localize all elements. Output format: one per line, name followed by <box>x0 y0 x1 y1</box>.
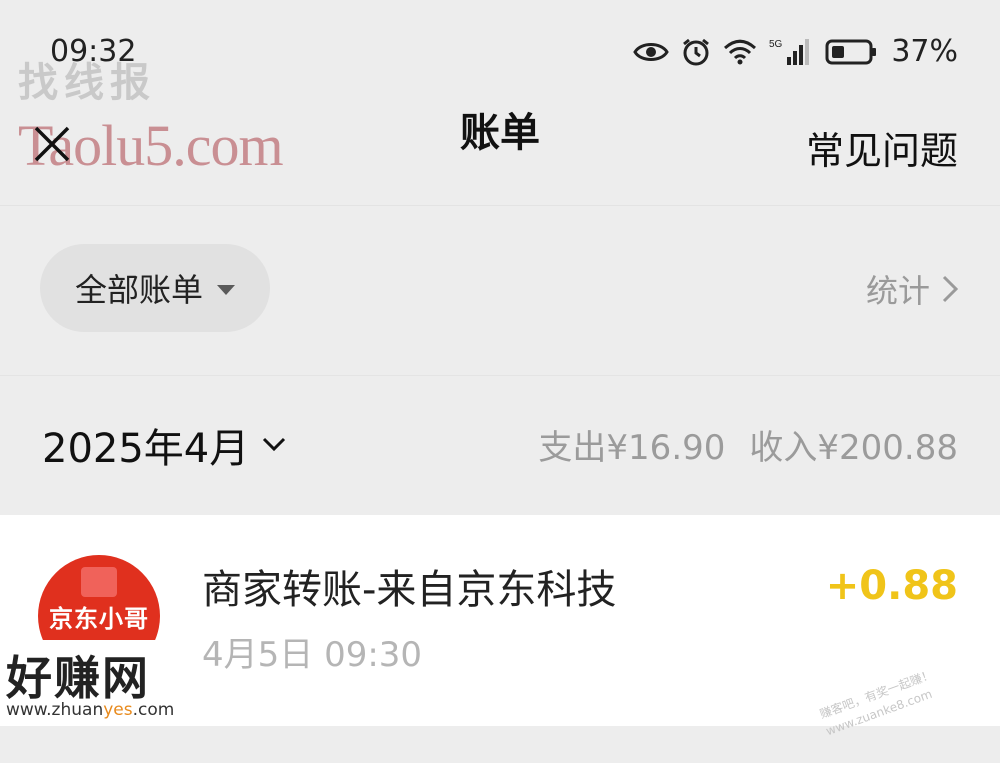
watermark-bottom-left-cn: 好赚网 <box>6 651 150 705</box>
stats-link[interactable]: 统计 <box>866 266 958 312</box>
bill-time: 4月5日 09:30 <box>202 635 423 675</box>
month-selector[interactable]: 2025年4月 <box>42 416 287 474</box>
chevron-down-icon <box>263 437 286 452</box>
income-summary: 收入¥200.88 <box>749 428 958 468</box>
expense-summary: 支出¥16.90 <box>538 428 726 468</box>
bill-amount: +0.88 <box>825 563 958 609</box>
caret-down-icon <box>217 285 235 295</box>
eye-icon <box>633 40 670 64</box>
divider <box>0 375 1000 376</box>
watermark-bottom-left-url: www.zhuanyes.com <box>6 700 175 720</box>
status-icons: 5G 37% <box>633 34 958 69</box>
month-summary: 支出¥16.90 收入¥200.88 <box>538 420 958 469</box>
red-packet-icon <box>81 567 117 597</box>
alarm-icon <box>681 37 711 67</box>
faq-link[interactable]: 常见问题 <box>806 120 958 175</box>
merchant-logo-text: 京东小哥 <box>49 605 149 633</box>
battery-icon <box>825 38 877 66</box>
divider <box>0 205 1000 206</box>
filter-label: 全部账单 <box>74 271 203 309</box>
wifi-icon <box>723 39 757 65</box>
bill-title: 商家转账-来自京东科技 <box>202 567 617 613</box>
signal-icon: 5G <box>769 37 813 67</box>
battery-percent: 37% <box>891 34 958 69</box>
network-label: 5G <box>769 39 783 50</box>
month-label: 2025年4月 <box>42 426 250 472</box>
stats-label: 统计 <box>865 272 930 310</box>
chevron-right-icon <box>942 275 958 303</box>
watermark-bottom-left: 好赚网 www.zhuanyes.com <box>0 640 200 726</box>
bill-filter-dropdown[interactable]: 全部账单 <box>40 244 270 332</box>
